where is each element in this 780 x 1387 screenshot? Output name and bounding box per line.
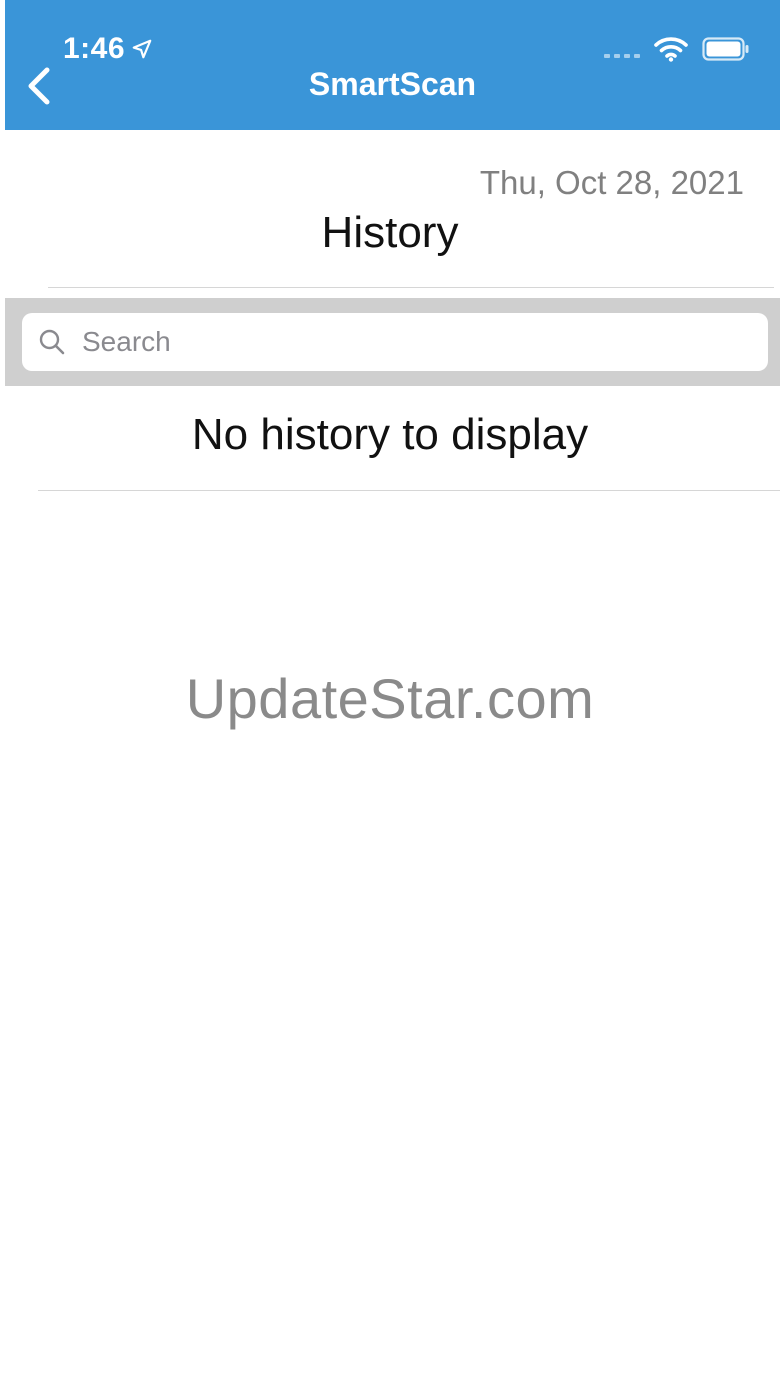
- watermark: UpdateStar.com: [185, 667, 595, 730]
- status-time: 1:46: [63, 32, 153, 66]
- search-icon: [39, 329, 65, 355]
- wifi-icon: [654, 37, 688, 62]
- location-arrow-icon: [132, 39, 152, 59]
- search-bar: [5, 298, 780, 386]
- date-label: Thu, Oct 28, 2021: [479, 164, 744, 201]
- page-title: History: [321, 208, 459, 257]
- app-header: 1:46 SmartScan: [5, 0, 780, 130]
- empty-history-message: No history to display: [191, 410, 589, 459]
- battery-icon: [702, 37, 749, 61]
- divider: [38, 490, 780, 491]
- status-icons: [604, 36, 750, 62]
- status-time-label: 1:46: [63, 32, 126, 65]
- search-field[interactable]: [22, 312, 768, 372]
- divider: [48, 287, 774, 288]
- app-title: SmartScan: [308, 66, 477, 102]
- screen: 1:46 SmartScan Thu, Oct 28, 2021 History…: [0, 0, 780, 1387]
- signal-dots-icon: [604, 54, 640, 58]
- search-input[interactable]: [80, 312, 768, 372]
